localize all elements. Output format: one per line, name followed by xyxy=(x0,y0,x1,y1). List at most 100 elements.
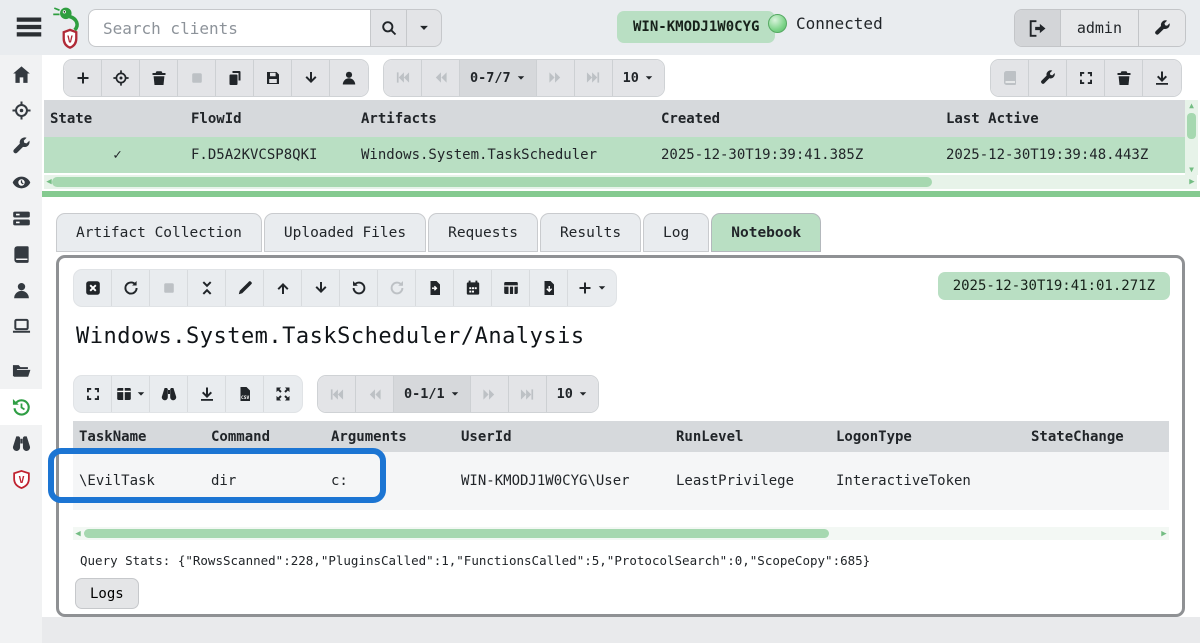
grid-columns-dropdown[interactable] xyxy=(112,376,150,412)
scroll-left-icon[interactable]: ◀ xyxy=(73,527,83,541)
last-page-button[interactable] xyxy=(509,376,547,412)
grid-download-button[interactable] xyxy=(188,376,226,412)
scroll-down-icon[interactable]: ▼ xyxy=(1185,165,1198,174)
search-input[interactable] xyxy=(88,9,370,47)
tab-uploaded-files[interactable]: Uploaded Files xyxy=(264,213,426,252)
delete-results-button[interactable] xyxy=(1105,60,1143,96)
scroll-up-icon[interactable]: ▲ xyxy=(1185,101,1198,110)
sidebar-item-artifacts[interactable] xyxy=(0,128,42,164)
username-button[interactable]: admin xyxy=(1061,10,1139,46)
flow-created-cell: 2025-12-30T19:39:41.385Z xyxy=(655,147,940,163)
recalculate-button[interactable] xyxy=(112,270,150,306)
search-options-dropdown[interactable] xyxy=(406,9,442,47)
page-size-dropdown[interactable]: 10 xyxy=(547,376,598,412)
scrollbar-thumb[interactable] xyxy=(84,529,829,538)
sidebar-item-notebooks[interactable] xyxy=(0,236,42,272)
tab-notebook[interactable]: Notebook xyxy=(711,213,821,252)
add-to-hunt-button[interactable] xyxy=(102,60,140,96)
last-page-button[interactable] xyxy=(575,60,613,96)
sidebar-item-collected-artifacts[interactable] xyxy=(0,389,42,425)
import-collection-button[interactable] xyxy=(292,60,330,96)
hamburger-menu-icon[interactable] xyxy=(12,13,46,41)
grid-filter-button[interactable] xyxy=(150,376,188,412)
logs-button[interactable]: Logs xyxy=(75,578,139,609)
search-button[interactable] xyxy=(370,9,406,47)
page-range-dropdown[interactable]: 0-7/7 xyxy=(460,60,537,96)
col-logontype[interactable]: LogonType xyxy=(830,429,1025,445)
sidebar-item-server-events[interactable] xyxy=(0,164,42,200)
sidebar-item-server-artifacts[interactable] xyxy=(0,200,42,236)
new-collection-button[interactable] xyxy=(64,60,102,96)
copy-collection-button[interactable] xyxy=(216,60,254,96)
scrollbar-thumb[interactable] xyxy=(1187,113,1196,139)
col-state[interactable]: State xyxy=(44,111,185,127)
col-artifacts[interactable]: Artifacts xyxy=(355,111,655,127)
stop-calculation-button[interactable] xyxy=(150,270,188,306)
notebook-button[interactable] xyxy=(991,60,1029,96)
copy-cell-button[interactable] xyxy=(416,270,454,306)
save-collection-button[interactable] xyxy=(254,60,292,96)
download-results-button[interactable] xyxy=(1143,60,1181,96)
calendar-icon xyxy=(465,280,481,296)
sidebar-item-home[interactable] xyxy=(0,56,42,92)
prev-page-button[interactable] xyxy=(422,60,460,96)
tab-artifact-collection[interactable]: Artifact Collection xyxy=(56,213,262,252)
page-range-dropdown[interactable]: 0-1/1 xyxy=(394,376,471,412)
add-cell-from-table-button[interactable] xyxy=(492,270,530,306)
client-id-badge[interactable]: WIN-KMODJ1W0CYG xyxy=(617,11,775,43)
logout-button[interactable] xyxy=(1015,10,1061,46)
col-statechange[interactable]: StateChange xyxy=(1025,429,1169,445)
flow-row-selected[interactable]: ✓ F.D5A2KVCSP8QKI Windows.System.TaskSch… xyxy=(44,137,1185,173)
move-cell-up-button[interactable] xyxy=(264,270,302,306)
add-timeline-button[interactable] xyxy=(454,270,492,306)
results-table-row[interactable]: \EvilTask dir c: WIN-KMODJ1W0CYG\User Le… xyxy=(73,452,1169,510)
export-cell-button[interactable] xyxy=(530,270,568,306)
scrollbar-thumb[interactable] xyxy=(52,177,932,187)
col-taskname[interactable]: TaskName xyxy=(73,429,205,445)
velociraptor-logo-icon[interactable]: V xyxy=(52,6,88,50)
add-cell-dropdown[interactable] xyxy=(568,270,616,306)
redo-button[interactable] xyxy=(378,270,416,306)
sidebar-item-host-info[interactable] xyxy=(0,308,42,344)
next-page-button[interactable] xyxy=(537,60,575,96)
expand-view-button[interactable] xyxy=(1067,60,1105,96)
scroll-right-icon[interactable]: ▶ xyxy=(1187,175,1197,189)
move-cell-down-button[interactable] xyxy=(302,270,340,306)
col-userid[interactable]: UserId xyxy=(455,429,670,445)
flows-horizontal-scrollbar[interactable]: ◀ ▶ xyxy=(44,175,1197,189)
tab-requests[interactable]: Requests xyxy=(428,213,538,252)
next-page-button[interactable] xyxy=(471,376,509,412)
first-page-button[interactable] xyxy=(384,60,422,96)
user-settings-button[interactable] xyxy=(1139,10,1185,46)
grid-export-csv-button[interactable]: CSV xyxy=(226,376,264,412)
col-command[interactable]: Command xyxy=(205,429,325,445)
grid-fullscreen-button[interactable] xyxy=(74,376,112,412)
sidebar-item-hunts[interactable] xyxy=(0,92,42,128)
col-created[interactable]: Created xyxy=(655,111,940,127)
edit-cell-button[interactable] xyxy=(226,270,264,306)
sidebar-item-shield[interactable]: V xyxy=(0,461,42,497)
undo-button[interactable] xyxy=(340,270,378,306)
close-cell-button[interactable] xyxy=(74,270,112,306)
col-last-active[interactable]: Last Active xyxy=(940,111,1185,127)
col-flowid[interactable]: FlowId xyxy=(185,111,355,127)
flows-vertical-scrollbar[interactable]: ▲ ▼ xyxy=(1185,100,1198,175)
collapse-cell-button[interactable] xyxy=(188,270,226,306)
delete-flow-button[interactable] xyxy=(140,60,178,96)
prepare-download-button[interactable] xyxy=(1029,60,1067,96)
tab-results[interactable]: Results xyxy=(540,213,641,252)
page-size-dropdown[interactable]: 10 xyxy=(613,60,664,96)
results-horizontal-scrollbar[interactable]: ◀ ▶ xyxy=(73,527,1169,540)
first-page-button[interactable] xyxy=(318,376,356,412)
grid-transpose-button[interactable] xyxy=(264,376,302,412)
tab-log[interactable]: Log xyxy=(643,213,709,252)
client-collections-button[interactable] xyxy=(330,60,368,96)
cancel-flow-button[interactable] xyxy=(178,60,216,96)
sidebar-item-users[interactable] xyxy=(0,272,42,308)
scroll-right-icon[interactable]: ▶ xyxy=(1159,527,1169,541)
sidebar-item-vfs[interactable] xyxy=(0,353,42,389)
col-runlevel[interactable]: RunLevel xyxy=(670,429,830,445)
sidebar-item-client-events[interactable] xyxy=(0,425,42,461)
col-arguments[interactable]: Arguments xyxy=(325,429,455,445)
prev-page-button[interactable] xyxy=(356,376,394,412)
